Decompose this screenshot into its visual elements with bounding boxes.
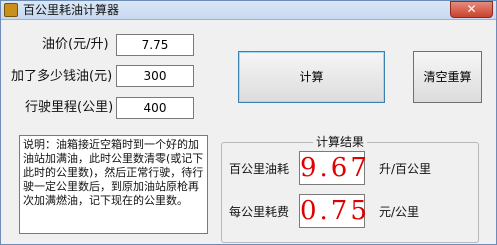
app-window: 百公里耗油计算器 ✕ 油价(元/升) 加了多少钱油(元) 行驶里程(公里) 7.… <box>0 0 497 245</box>
per-100km-label: 百公里油耗 <box>229 162 290 176</box>
app-icon <box>4 3 18 17</box>
per-100km-unit: 升/百公里 <box>379 162 432 176</box>
results-group-title: 计算结果 <box>313 135 368 149</box>
close-button[interactable]: ✕ <box>450 1 493 18</box>
per-100km-value: 9.67 <box>299 151 370 185</box>
per-km-unit: 元/公里 <box>379 205 420 219</box>
fuel-money-label: 加了多少钱油(元) <box>11 69 113 84</box>
distance-label: 行驶里程(公里) <box>25 100 114 115</box>
clear-button[interactable]: 清空重算 <box>413 51 482 103</box>
fuel-money-input[interactable]: 300 <box>116 65 194 87</box>
calculate-button[interactable]: 计算 <box>238 51 385 103</box>
description-textarea[interactable]: 说明：油箱接近空箱时到一个好的加油站加满油，此时公里数清零(或记下此时的公里数)… <box>19 135 208 234</box>
distance-input[interactable]: 400 <box>116 97 194 119</box>
price-input[interactable]: 7.75 <box>116 34 194 56</box>
window-title: 百公里耗油计算器 <box>23 3 120 17</box>
client-area: 油价(元/升) 加了多少钱油(元) 行驶里程(公里) 7.75 300 400 … <box>1 20 496 244</box>
per-km-value: 0.75 <box>299 194 370 228</box>
per-km-label: 每公里耗费 <box>229 205 290 219</box>
title-bar[interactable]: 百公里耗油计算器 ✕ <box>1 1 496 20</box>
price-label: 油价(元/升) <box>42 37 109 52</box>
